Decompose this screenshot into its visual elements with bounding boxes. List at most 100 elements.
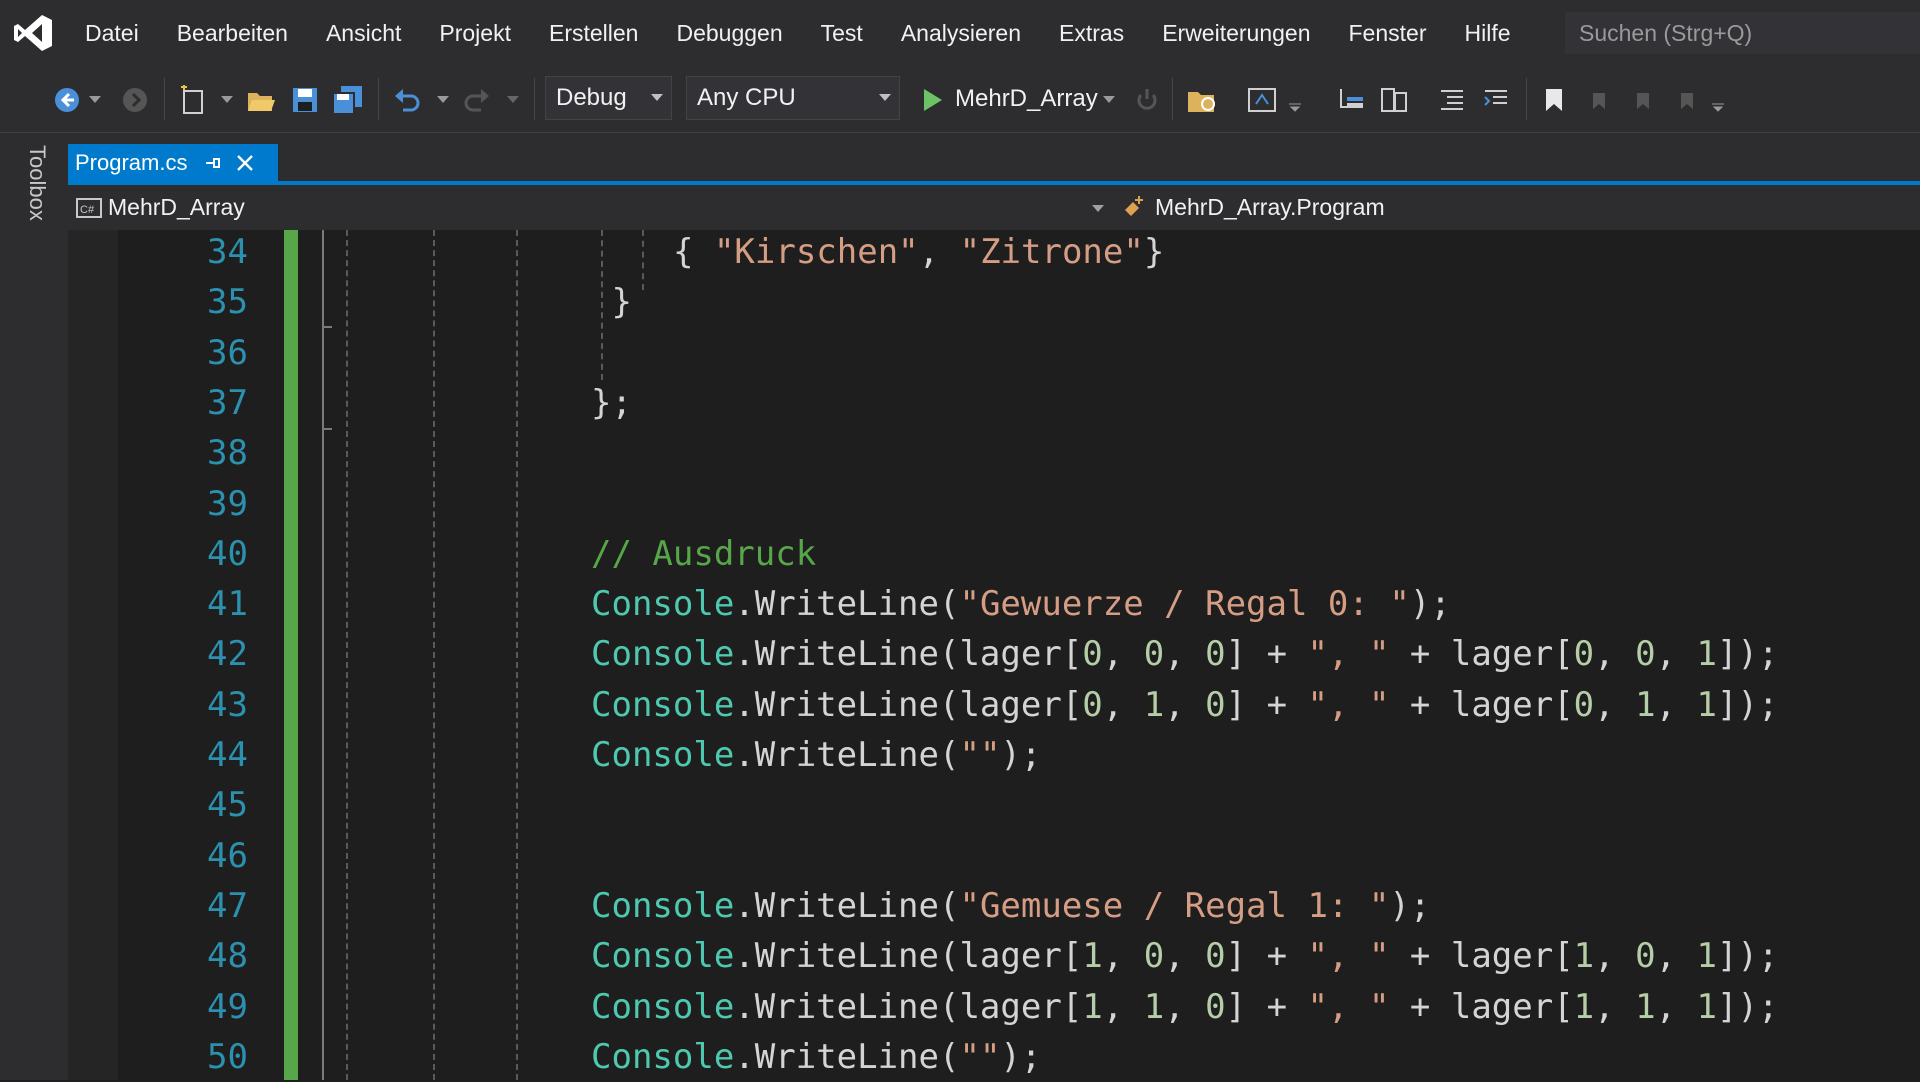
menu-erweiterungen[interactable]: Erweiterungen — [1143, 0, 1329, 66]
clear-bookmarks-icon[interactable] — [1669, 83, 1703, 117]
close-tab-icon[interactable] — [236, 154, 254, 172]
menu-extras[interactable]: Extras — [1040, 0, 1143, 66]
line-number: 47 — [207, 886, 248, 926]
code-line[interactable]: 41 Console.WriteLine("Gewuerze / Regal 0:… — [68, 579, 1920, 629]
search-input[interactable]: Suchen (Strg+Q) — [1565, 12, 1920, 54]
new-project-icon[interactable] — [176, 83, 210, 117]
code-text: Console.WriteLine(lager[1, 1, 0] + ", " … — [591, 982, 1778, 1032]
pin-tab-icon[interactable] — [204, 154, 222, 172]
save-icon[interactable] — [288, 83, 322, 117]
browser-link-icon[interactable] — [1244, 83, 1280, 117]
project-scope-dropdown[interactable]: C# MehrD_Array — [76, 185, 245, 230]
redo-dropdown-icon[interactable] — [506, 93, 520, 107]
menu-debuggen[interactable]: Debuggen — [657, 0, 801, 66]
code-token: , — [1655, 634, 1697, 674]
code-line[interactable]: 34 { "Kirschen", "Zitrone"} — [68, 227, 1920, 277]
next-bookmark-icon[interactable] — [1625, 83, 1659, 117]
code-line[interactable]: 45 — [68, 780, 1920, 830]
code-token: Console — [591, 735, 735, 775]
code-line[interactable]: 42 Console.WriteLine(lager[0, 0, 0] + ", … — [68, 629, 1920, 679]
menu-bearbeiten[interactable]: Bearbeiten — [158, 0, 307, 66]
code-line[interactable]: 44 Console.WriteLine(""); — [68, 730, 1920, 780]
code-token: + lager[ — [1389, 936, 1574, 976]
menu-erstellen[interactable]: Erstellen — [530, 0, 657, 66]
previous-bookmark-icon[interactable] — [1581, 83, 1615, 117]
code-token: 0 — [1573, 685, 1595, 725]
toolbar-overflow-icon[interactable] — [1288, 100, 1302, 114]
code-editor[interactable]: 34{ "Kirschen", "Zitrone"} 35} 36 37}; 38 39 4… — [68, 230, 1920, 1080]
start-target-dropdown-icon[interactable] — [1102, 93, 1116, 107]
navigate-back-icon[interactable] — [50, 83, 84, 117]
undo-icon[interactable] — [390, 83, 424, 117]
toolbar-options-icon[interactable] — [1711, 100, 1725, 114]
code-token: ); — [1000, 1037, 1042, 1077]
chevron-down-icon[interactable] — [1092, 205, 1104, 212]
line-number: 36 — [207, 333, 248, 373]
uncomment-lines-icon[interactable] — [1478, 83, 1514, 117]
step-over-icon[interactable] — [1376, 83, 1412, 117]
menu-hilfe[interactable]: Hilfe — [1445, 0, 1529, 66]
code-token: ", " — [1307, 634, 1390, 674]
code-line[interactable]: 43 Console.WriteLine(lager[0, 1, 0] + ", … — [68, 680, 1920, 730]
code-token: { — [673, 232, 714, 272]
menu-ansicht[interactable]: Ansicht — [307, 0, 420, 66]
code-line[interactable]: 35} — [68, 277, 1920, 327]
comment-lines-icon[interactable] — [1434, 83, 1470, 117]
menu-test[interactable]: Test — [802, 0, 882, 66]
visual-studio-logo-icon[interactable] — [0, 0, 66, 66]
attach-process-icon[interactable] — [1130, 83, 1164, 117]
code-token: 1 — [1635, 987, 1656, 1027]
code-token: .WriteLine(lager[ — [734, 987, 1083, 1027]
code-token: 0 — [1635, 936, 1656, 976]
code-token: , — [1594, 634, 1636, 674]
start-debugging-play-icon[interactable] — [916, 83, 950, 117]
undo-dropdown-icon[interactable] — [436, 93, 450, 107]
code-token: 0 — [1205, 936, 1226, 976]
code-token: , — [1102, 685, 1144, 725]
tab-program-cs[interactable]: Program.cs — [68, 144, 278, 181]
code-token: ] + — [1225, 685, 1308, 725]
step-into-icon[interactable] — [1334, 83, 1370, 117]
code-token: .WriteLine(lager[ — [734, 634, 1083, 674]
menu-analysieren[interactable]: Analysieren — [882, 0, 1040, 66]
bookmark-icon[interactable] — [1537, 83, 1571, 117]
code-token: 0 — [1205, 987, 1226, 1027]
type-scope-dropdown[interactable]: MehrD_Array.Program — [1121, 185, 1385, 230]
code-token: ] + — [1225, 987, 1308, 1027]
start-target-label[interactable]: MehrD_Array — [955, 66, 1098, 132]
menu-datei[interactable]: Datei — [66, 0, 158, 66]
code-token: ); — [1389, 886, 1431, 926]
code-token: ); — [1409, 584, 1451, 624]
line-number: 40 — [207, 534, 248, 574]
code-line[interactable]: 37}; — [68, 378, 1920, 428]
code-text: Console.WriteLine(lager[0, 1, 0] + ", " … — [591, 680, 1778, 730]
code-line[interactable]: 36 — [68, 328, 1920, 378]
code-token: "" — [959, 735, 1001, 775]
menu-fenster[interactable]: Fenster — [1330, 0, 1446, 66]
code-text: Console.WriteLine(""); — [591, 730, 1041, 780]
line-number: 43 — [207, 685, 248, 725]
code-line[interactable]: 50 Console.WriteLine(""); — [68, 1032, 1920, 1082]
menu-projekt[interactable]: Projekt — [420, 0, 530, 66]
code-line[interactable]: 39 — [68, 479, 1920, 529]
code-line[interactable]: 38 — [68, 428, 1920, 478]
code-line[interactable]: 47 Console.WriteLine("Gemuese / Regal 1: … — [68, 881, 1920, 931]
code-token: + lager[ — [1389, 634, 1574, 674]
code-line[interactable]: 49 Console.WriteLine(lager[1, 1, 0] + ", … — [68, 982, 1920, 1032]
code-token: .WriteLine( — [734, 735, 960, 775]
navigate-forward-icon[interactable] — [118, 83, 152, 117]
code-token: ); — [1000, 735, 1042, 775]
new-project-dropdown-icon[interactable] — [220, 93, 234, 107]
redo-icon[interactable] — [460, 83, 494, 117]
solution-explorer-folder-icon[interactable] — [1184, 83, 1220, 117]
code-line[interactable]: 46 — [68, 831, 1920, 881]
solution-configuration-select[interactable]: Debug — [545, 76, 672, 120]
code-line[interactable]: 48 Console.WriteLine(lager[1, 0, 0] + ", … — [68, 931, 1920, 981]
code-line[interactable]: 40 // Ausdruck — [68, 529, 1920, 579]
open-folder-icon[interactable] — [244, 83, 278, 117]
toolbox-tab[interactable]: Toolbox — [22, 145, 50, 221]
solution-platform-select[interactable]: Any CPU — [686, 76, 900, 120]
save-all-icon[interactable] — [330, 83, 366, 117]
code-token: // Ausdruck — [591, 534, 817, 574]
navigate-back-dropdown-icon[interactable] — [88, 93, 102, 107]
